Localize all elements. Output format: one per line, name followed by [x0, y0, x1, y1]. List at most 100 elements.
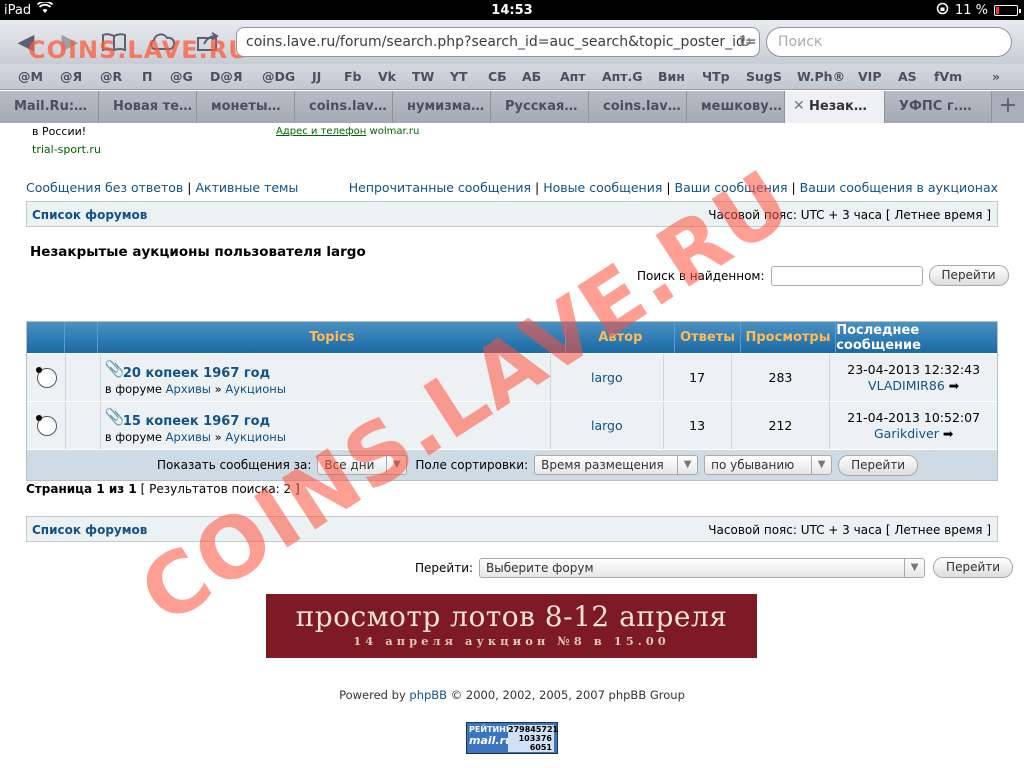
rating-counter[interactable]: РЕЙТИНГ mail.ru 279845721 103376 6051	[466, 722, 558, 754]
bookmark-item[interactable]: Vk	[378, 69, 396, 84]
auction-banner[interactable]: просмотр лотов 8-12 апреля 14 апреля аук…	[266, 594, 757, 658]
phpbb-link[interactable]: phpBB	[409, 688, 447, 702]
author-link[interactable]: largo	[591, 370, 623, 385]
sort-go-button[interactable]: Перейти	[838, 454, 919, 476]
new-posts-link[interactable]: Новые сообщения	[543, 180, 662, 195]
forum-link[interactable]: Аукционы	[225, 382, 286, 396]
new-tab-icon[interactable]: +	[992, 91, 1024, 123]
forum-jump-select[interactable]: Выберите форум ▼	[479, 557, 926, 578]
your-posts-link[interactable]: Ваши сообщения	[675, 180, 788, 195]
results-count: [ Результатов поиска: 2 ]	[140, 482, 300, 496]
bookmark-item[interactable]: JJ	[312, 69, 321, 84]
bookmark-item[interactable]: СБ	[488, 69, 507, 84]
in-forum-label: в форуме	[104, 382, 163, 396]
search-within-go-button[interactable]: Перейти	[928, 265, 1009, 286]
search-within-results: Поиск в найденном: Перейти	[637, 265, 1009, 286]
browser-tab[interactable]: монеты…	[197, 91, 295, 123]
go-to-last-post-icon[interactable]: ➡	[949, 378, 959, 393]
bookmark-item[interactable]: ЧТр	[702, 69, 730, 84]
web-page: в России! trial-sport.ru Адрес и телефон…	[0, 123, 1024, 768]
jump-go-button[interactable]: Перейти	[933, 557, 1014, 578]
go-to-last-post-icon[interactable]: ➡	[943, 426, 953, 441]
tab-bar: Mail.Ru:… Новая те… монеты… coins.lav… н…	[0, 91, 1024, 123]
browser-tab[interactable]: нумизма…	[393, 91, 491, 123]
close-tab-icon[interactable]: ✕	[793, 98, 805, 114]
col-last-post[interactable]: Последнее сообщение	[836, 322, 997, 353]
browser-tab[interactable]: Mail.Ru:…	[0, 91, 99, 123]
ad-link[interactable]: trial-sport.ru	[32, 143, 101, 156]
bookmark-item[interactable]: @DG	[262, 69, 295, 84]
bookmark-item[interactable]: Fb	[344, 69, 362, 84]
jump-label: Перейти:	[415, 560, 474, 575]
unanswered-link[interactable]: Сообщения без ответов	[26, 180, 183, 195]
ad-link[interactable]: Адрес и телефон	[276, 126, 366, 137]
col-topics[interactable]: Topics	[98, 322, 567, 353]
col-replies[interactable]: Ответы	[675, 322, 741, 353]
bookmark-item[interactable]: Апт.G	[602, 69, 643, 84]
bookmark-item[interactable]: AS	[898, 69, 917, 84]
browser-tab[interactable]: Русская…	[491, 91, 589, 123]
search-field[interactable]: Поиск	[766, 27, 1012, 57]
replies-count: 17	[664, 354, 732, 401]
watermark-logo: COINS.LAVE.RU	[28, 36, 249, 64]
show-posts-select[interactable]: Все дни ▼	[317, 455, 408, 475]
chevron-down-icon: ▼	[677, 456, 697, 474]
browser-tab[interactable]: coins.lav…	[589, 91, 687, 123]
battery-percent: 11 %	[954, 2, 988, 18]
col-author[interactable]: Автор	[566, 322, 676, 353]
sort-bar: Показать сообщения за: Все дни ▼ Поле сор…	[27, 449, 997, 480]
results-table: Topics Автор Ответы Просмотры Последнее …	[26, 321, 998, 481]
bookmark-item[interactable]: W.Ph®	[797, 69, 845, 84]
address-bar[interactable]: coins.lave.ru/forum/search.php?search_id…	[236, 27, 760, 57]
author-link[interactable]: largo	[591, 418, 623, 433]
browser-tab-active[interactable]: ✕ Незак…	[785, 91, 885, 123]
bookmark-item[interactable]: TW	[412, 69, 434, 84]
bookmark-item[interactable]: D@Я	[210, 69, 243, 84]
browser-tab[interactable]: Новая те…	[99, 91, 197, 123]
topic-title-link[interactable]: 15 копеек 1967 год	[123, 414, 270, 429]
bookmark-item[interactable]: АБ	[522, 69, 541, 84]
forum-index-link[interactable]: Список форумов	[32, 208, 147, 222]
search-within-label: Поиск в найденном:	[637, 268, 765, 283]
status-bar: iPad 14:53 11 %	[0, 0, 1024, 20]
forum-link[interactable]: Архивы	[166, 382, 211, 396]
ad-link[interactable]: wolmar.ru	[370, 126, 420, 137]
bookmark-item[interactable]: fVm	[934, 69, 962, 84]
chevron-down-icon: ▼	[811, 456, 831, 474]
page-title: Незакрытые аукционы пользователя largo	[30, 244, 366, 260]
unread-link[interactable]: Непрочитанные сообщения	[349, 180, 531, 195]
banner-line-2: 14 апреля аукцион №8 в 15.00	[353, 634, 670, 648]
views-count: 283	[732, 354, 831, 401]
sort-field-label: Поле сортировки:	[415, 458, 529, 472]
more-bookmarks-icon[interactable]: »	[992, 69, 1000, 84]
forum-link[interactable]: Аукционы	[225, 430, 286, 444]
bookmark-item[interactable]: П	[142, 69, 152, 84]
your-auction-posts-link[interactable]: Ваши сообщения в аукционах	[800, 180, 998, 195]
forum-index-link[interactable]: Список форумов	[32, 523, 147, 537]
bookmarks-bar: @M @Я @R П @G D@Я @DG JJ Fb Vk TW YT СБ …	[0, 64, 1024, 90]
reload-icon[interactable]: ↻	[739, 32, 752, 51]
bookmark-item[interactable]: VIP	[858, 69, 882, 84]
bookmark-item[interactable]: @M	[18, 69, 43, 84]
bookmark-item[interactable]: Апт	[560, 69, 586, 84]
bookmark-item[interactable]: @G	[170, 69, 193, 84]
bookmark-item[interactable]: @Я	[60, 69, 82, 84]
sort-field-select[interactable]: Время размещения ▼	[534, 455, 699, 475]
bookmark-item[interactable]: SugS	[746, 69, 782, 84]
bookmark-item[interactable]: YT	[450, 69, 468, 84]
breadcrumb-bar-bottom: Список форумов Часовой пояс: UTC + 3 час…	[26, 516, 998, 542]
topic-title-link[interactable]: 20 копеек 1967 год	[123, 366, 270, 381]
url-text: coins.lave.ru/forum/search.php?search_id…	[246, 34, 757, 50]
last-post-user-link[interactable]: VLADIMIR86	[868, 378, 945, 393]
bookmark-item[interactable]: @R	[100, 69, 122, 84]
browser-tab[interactable]: coins.lav…	[295, 91, 393, 123]
forum-link[interactable]: Архивы	[166, 430, 211, 444]
col-views[interactable]: Просмотры	[741, 322, 837, 353]
bookmark-item[interactable]: Вин	[658, 69, 685, 84]
search-within-input[interactable]	[770, 265, 923, 286]
browser-tab[interactable]: УФПС г.…	[885, 91, 992, 123]
last-post-user-link[interactable]: Garikdiver	[874, 426, 939, 441]
active-topics-link[interactable]: Активные темы	[195, 180, 298, 195]
sort-order-select[interactable]: по убыванию ▼	[704, 455, 833, 475]
browser-tab[interactable]: мешкову…	[687, 91, 785, 123]
